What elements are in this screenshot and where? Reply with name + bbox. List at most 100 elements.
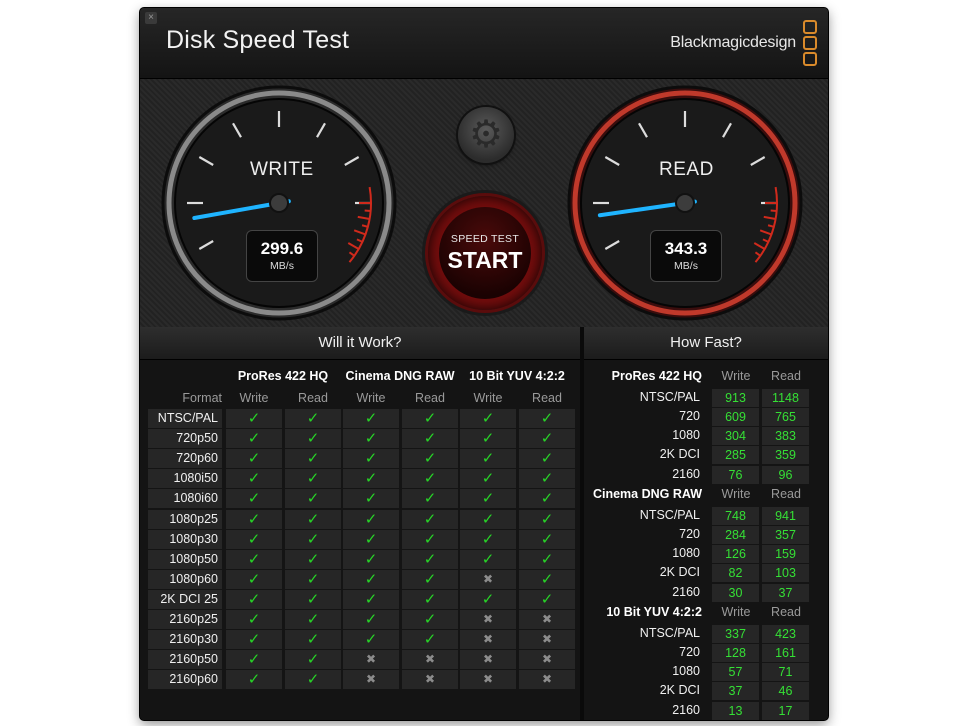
check-icon: ✓ — [285, 489, 341, 509]
write-fps-value: 57 — [712, 663, 759, 682]
format-label: 2K DCI 25 — [148, 589, 222, 609]
write-column-header: Write — [721, 369, 751, 383]
cross-icon: ✖ — [519, 650, 575, 670]
cross-icon: ✖ — [460, 569, 516, 589]
resolution-label: 2K DCI — [659, 683, 700, 698]
check-icon: ✓ — [343, 610, 399, 629]
check-icon: ✓ — [519, 589, 575, 609]
write-fps-value: 285 — [712, 446, 759, 465]
format-label: 2160p30 — [148, 630, 222, 650]
will-it-work-title: Will it Work? — [140, 327, 580, 360]
resolution-label: 1080 — [672, 428, 700, 443]
check-icon: ✓ — [226, 509, 282, 529]
will-it-work-panel: Will it Work? ProRes 422 HQ Cinema DNG RA… — [140, 327, 580, 720]
column-header: Read — [415, 391, 445, 405]
read-speed-value: 343.3 — [664, 239, 708, 258]
check-icon: ✓ — [226, 429, 282, 449]
check-icon: ✓ — [402, 630, 458, 650]
check-icon: ✓ — [226, 489, 282, 509]
check-icon: ✓ — [285, 429, 341, 449]
read-speed-unit: MB/s — [674, 260, 698, 272]
check-icon: ✓ — [226, 610, 282, 629]
check-icon: ✓ — [226, 670, 282, 690]
check-icon: ✓ — [402, 449, 458, 469]
speed-group-header: Cinema DNG RAW — [592, 487, 702, 501]
write-fps-value: 13 — [712, 701, 759, 720]
check-icon: ✓ — [460, 529, 516, 549]
resolution-label: NTSC/PAL — [639, 507, 700, 522]
read-fps-value: 383 — [762, 427, 809, 446]
close-button[interactable]: × — [145, 12, 157, 24]
check-icon: ✓ — [519, 429, 575, 449]
resolution-label: 2K DCI — [659, 565, 700, 580]
read-gauge-hub — [675, 193, 695, 213]
read-readout: 343.3 MB/s — [650, 230, 722, 282]
check-icon: ✓ — [402, 409, 458, 428]
resolution-label: 720 — [679, 526, 700, 541]
write-fps-value: 30 — [712, 583, 759, 602]
write-fps-value: 37 — [712, 682, 759, 701]
check-icon: ✓ — [402, 610, 458, 629]
start-button[interactable]: SPEED TEST START — [428, 196, 542, 310]
resolution-label: 1080 — [672, 664, 700, 679]
write-column-header: Write — [721, 487, 751, 501]
check-icon: ✓ — [285, 630, 341, 650]
check-icon: ✓ — [285, 610, 341, 629]
check-icon: ✓ — [460, 429, 516, 449]
how-fast-title: How Fast? — [584, 327, 828, 360]
check-icon: ✓ — [460, 409, 516, 428]
start-label: START — [447, 246, 523, 273]
cross-icon: ✖ — [460, 610, 516, 629]
settings-button[interactable]: ⚙ — [458, 107, 514, 163]
read-fps-value: 941 — [762, 506, 809, 525]
check-icon: ✓ — [343, 409, 399, 428]
write-fps-value: 913 — [712, 388, 759, 407]
check-icon: ✓ — [226, 409, 282, 428]
check-icon: ✓ — [460, 469, 516, 489]
start-caption: SPEED TEST — [450, 232, 520, 245]
check-icon: ✓ — [343, 449, 399, 469]
write-fps-value: 128 — [712, 643, 759, 662]
resolution-label: NTSC/PAL — [639, 625, 700, 640]
check-icon: ✓ — [402, 489, 458, 509]
write-fps-value: 304 — [712, 427, 759, 446]
cross-icon: ✖ — [460, 670, 516, 690]
app-window: × Disk Speed Test Blackmagicdesign WRITE… — [140, 8, 828, 720]
format-label: 1080p30 — [148, 529, 222, 549]
check-icon: ✓ — [285, 549, 341, 569]
check-icon: ✓ — [402, 529, 458, 549]
column-header: Write — [473, 391, 503, 405]
check-icon: ✓ — [519, 409, 575, 428]
check-icon: ✓ — [285, 469, 341, 489]
write-fps-value: 82 — [712, 564, 759, 583]
check-icon: ✓ — [343, 429, 399, 449]
check-icon: ✓ — [226, 589, 282, 609]
check-icon: ✓ — [343, 489, 399, 509]
cross-icon: ✖ — [460, 630, 516, 650]
check-icon: ✓ — [343, 569, 399, 589]
resolution-label: 2160 — [672, 584, 700, 599]
check-icon: ✓ — [343, 529, 399, 549]
write-fps-value: 337 — [712, 624, 759, 643]
column-header: Read — [298, 391, 328, 405]
check-icon: ✓ — [519, 489, 575, 509]
format-label: 2160p60 — [148, 670, 222, 690]
group-header: ProRes 422 HQ — [237, 369, 329, 383]
read-column-header: Read — [771, 605, 801, 619]
cross-icon: ✖ — [460, 650, 516, 670]
format-label: 720p60 — [148, 449, 222, 469]
read-column-header: Read — [771, 369, 801, 383]
read-fps-value: 37 — [762, 583, 809, 602]
check-icon: ✓ — [519, 529, 575, 549]
check-icon: ✓ — [285, 589, 341, 609]
check-icon: ✓ — [519, 509, 575, 529]
column-header: Write — [356, 391, 386, 405]
check-icon: ✓ — [402, 569, 458, 589]
resolution-label: 720 — [679, 644, 700, 659]
check-icon: ✓ — [285, 449, 341, 469]
read-fps-value: 96 — [762, 465, 809, 484]
format-label: 2160p25 — [148, 610, 222, 629]
read-fps-value: 71 — [762, 663, 809, 682]
read-fps-value: 161 — [762, 643, 809, 662]
check-icon: ✓ — [285, 670, 341, 690]
